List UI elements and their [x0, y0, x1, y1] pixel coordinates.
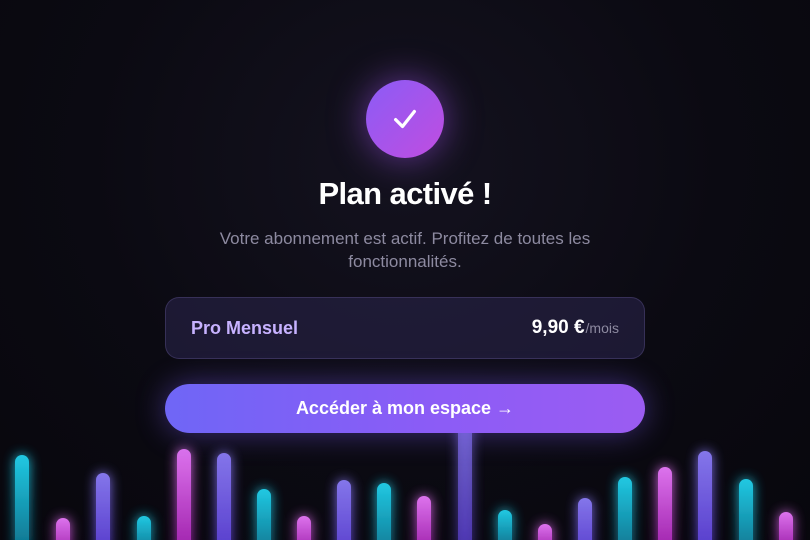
eq-bar — [698, 451, 712, 540]
success-badge — [366, 80, 444, 158]
page-title: Plan activé ! — [318, 176, 492, 211]
plan-price-group: 9,90 € /mois — [532, 317, 619, 339]
eq-bar — [96, 473, 110, 540]
eq-bar — [15, 455, 29, 540]
eq-bar — [137, 516, 151, 540]
eq-bar — [56, 518, 70, 540]
plan-name: Pro Mensuel — [191, 317, 299, 338]
plan-summary-card: Pro Mensuel 9,90 € /mois — [165, 297, 645, 359]
eq-bar — [458, 420, 472, 540]
eq-bar — [618, 477, 632, 540]
page-subtitle: Votre abonnement est actif. Profitez de … — [219, 229, 591, 271]
eq-bar — [257, 489, 271, 540]
eq-bar — [739, 479, 753, 540]
eq-bar — [217, 453, 231, 540]
eq-bar — [417, 496, 431, 540]
eq-bar — [377, 483, 391, 540]
plan-period: /mois — [585, 320, 619, 336]
eq-bar — [578, 498, 592, 540]
eq-bar — [658, 467, 672, 540]
eq-bar — [498, 510, 512, 540]
plan-price: 9,90 € — [531, 317, 585, 338]
eq-bar — [337, 480, 351, 540]
check-icon — [394, 109, 416, 129]
eq-bar — [779, 512, 793, 540]
eq-bar — [297, 516, 311, 540]
go-to-space-button[interactable]: Accéder à mon espace → — [165, 384, 645, 433]
eq-bar — [177, 449, 191, 540]
activation-screen: Plan activé ! Votre abonnement est actif… — [0, 0, 810, 540]
eq-bar — [538, 524, 552, 540]
